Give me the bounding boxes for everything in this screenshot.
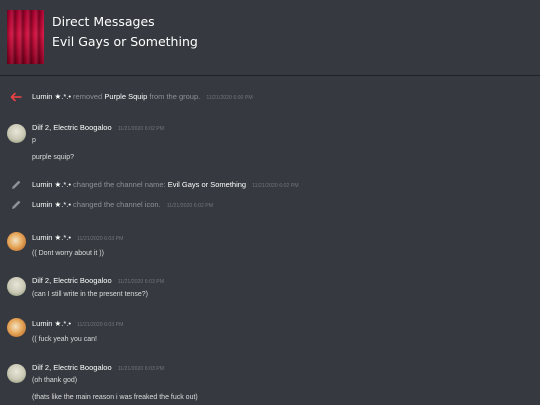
timestamp[interactable]: 11/21/2020 6:03 PM [118, 279, 164, 285]
channel-name: Evil Gays or Something [52, 34, 198, 49]
avatar[interactable] [7, 277, 26, 296]
system-action: changed the channel icon. [73, 200, 161, 209]
system-target[interactable]: Purple Squip [104, 92, 147, 101]
message-text: (oh thank god) [32, 377, 78, 384]
channel-header: Direct Messages Evil Gays or Something [0, 0, 540, 76]
message-text: purple squip? [32, 154, 75, 161]
avatar[interactable] [7, 232, 26, 251]
username[interactable]: Dilf 2, Electric Boogaloo [32, 276, 112, 285]
username[interactable]: Lumin ★.*.• [32, 319, 71, 328]
avatar[interactable] [7, 318, 26, 337]
message-text: (thats like the main reason i was freake… [32, 394, 198, 401]
avatar[interactable] [7, 124, 26, 143]
timestamp[interactable]: 11/21/2020 6:02 PM [118, 126, 164, 132]
arrow-left-icon [10, 92, 22, 102]
system-actor[interactable]: Lumin ★.*.• [32, 180, 71, 189]
username[interactable]: Dilf 2, Electric Boogaloo [32, 363, 112, 372]
message-text: (can I still write in the present tense?… [32, 291, 148, 298]
timestamp[interactable]: 11/21/2020 6:00 PM [206, 95, 252, 101]
system-target: Evil Gays or Something [167, 180, 247, 189]
pencil-icon [12, 200, 21, 209]
timestamp[interactable]: 11/21/2020 6:03 PM [77, 322, 123, 328]
username[interactable]: Lumin ★.*.• [32, 233, 71, 242]
header-text: Direct Messages Evil Gays or Something [52, 12, 198, 52]
timestamp[interactable]: 11/21/2020 6:03 PM [77, 236, 123, 242]
timestamp[interactable]: 11/21/2020 6:02 PM [252, 183, 298, 189]
message-text: (( Dont worry about it )) [32, 250, 104, 257]
system-message-name-change: Lumin ★.*.• changed the channel name: Ev… [0, 177, 540, 193]
message-list: Lumin ★.*.• removed Purple Squip from th… [0, 80, 540, 405]
system-actor[interactable]: Lumin ★.*.• [32, 200, 71, 209]
message-text: p [32, 137, 36, 144]
timestamp[interactable]: 11/21/2020 6:02 PM [167, 203, 213, 209]
avatar[interactable] [7, 364, 26, 383]
username[interactable]: Dilf 2, Electric Boogaloo [32, 123, 112, 132]
system-message-icon-change: Lumin ★.*.• changed the channel icon. 11… [0, 197, 540, 213]
timestamp[interactable]: 11/21/2020 6:03 PM [118, 366, 164, 372]
system-action: changed the channel name: [73, 180, 166, 189]
pencil-icon [12, 180, 21, 189]
system-action: removed [73, 92, 103, 101]
group-channel-icon[interactable] [7, 10, 44, 64]
header-title: Direct Messages [52, 14, 155, 29]
system-rest: from the group. [149, 92, 201, 101]
message-text: (( fuck yeah you can! [32, 336, 97, 343]
system-message-removed: Lumin ★.*.• removed Purple Squip from th… [0, 89, 540, 105]
system-actor[interactable]: Lumin ★.*.• [32, 92, 71, 101]
